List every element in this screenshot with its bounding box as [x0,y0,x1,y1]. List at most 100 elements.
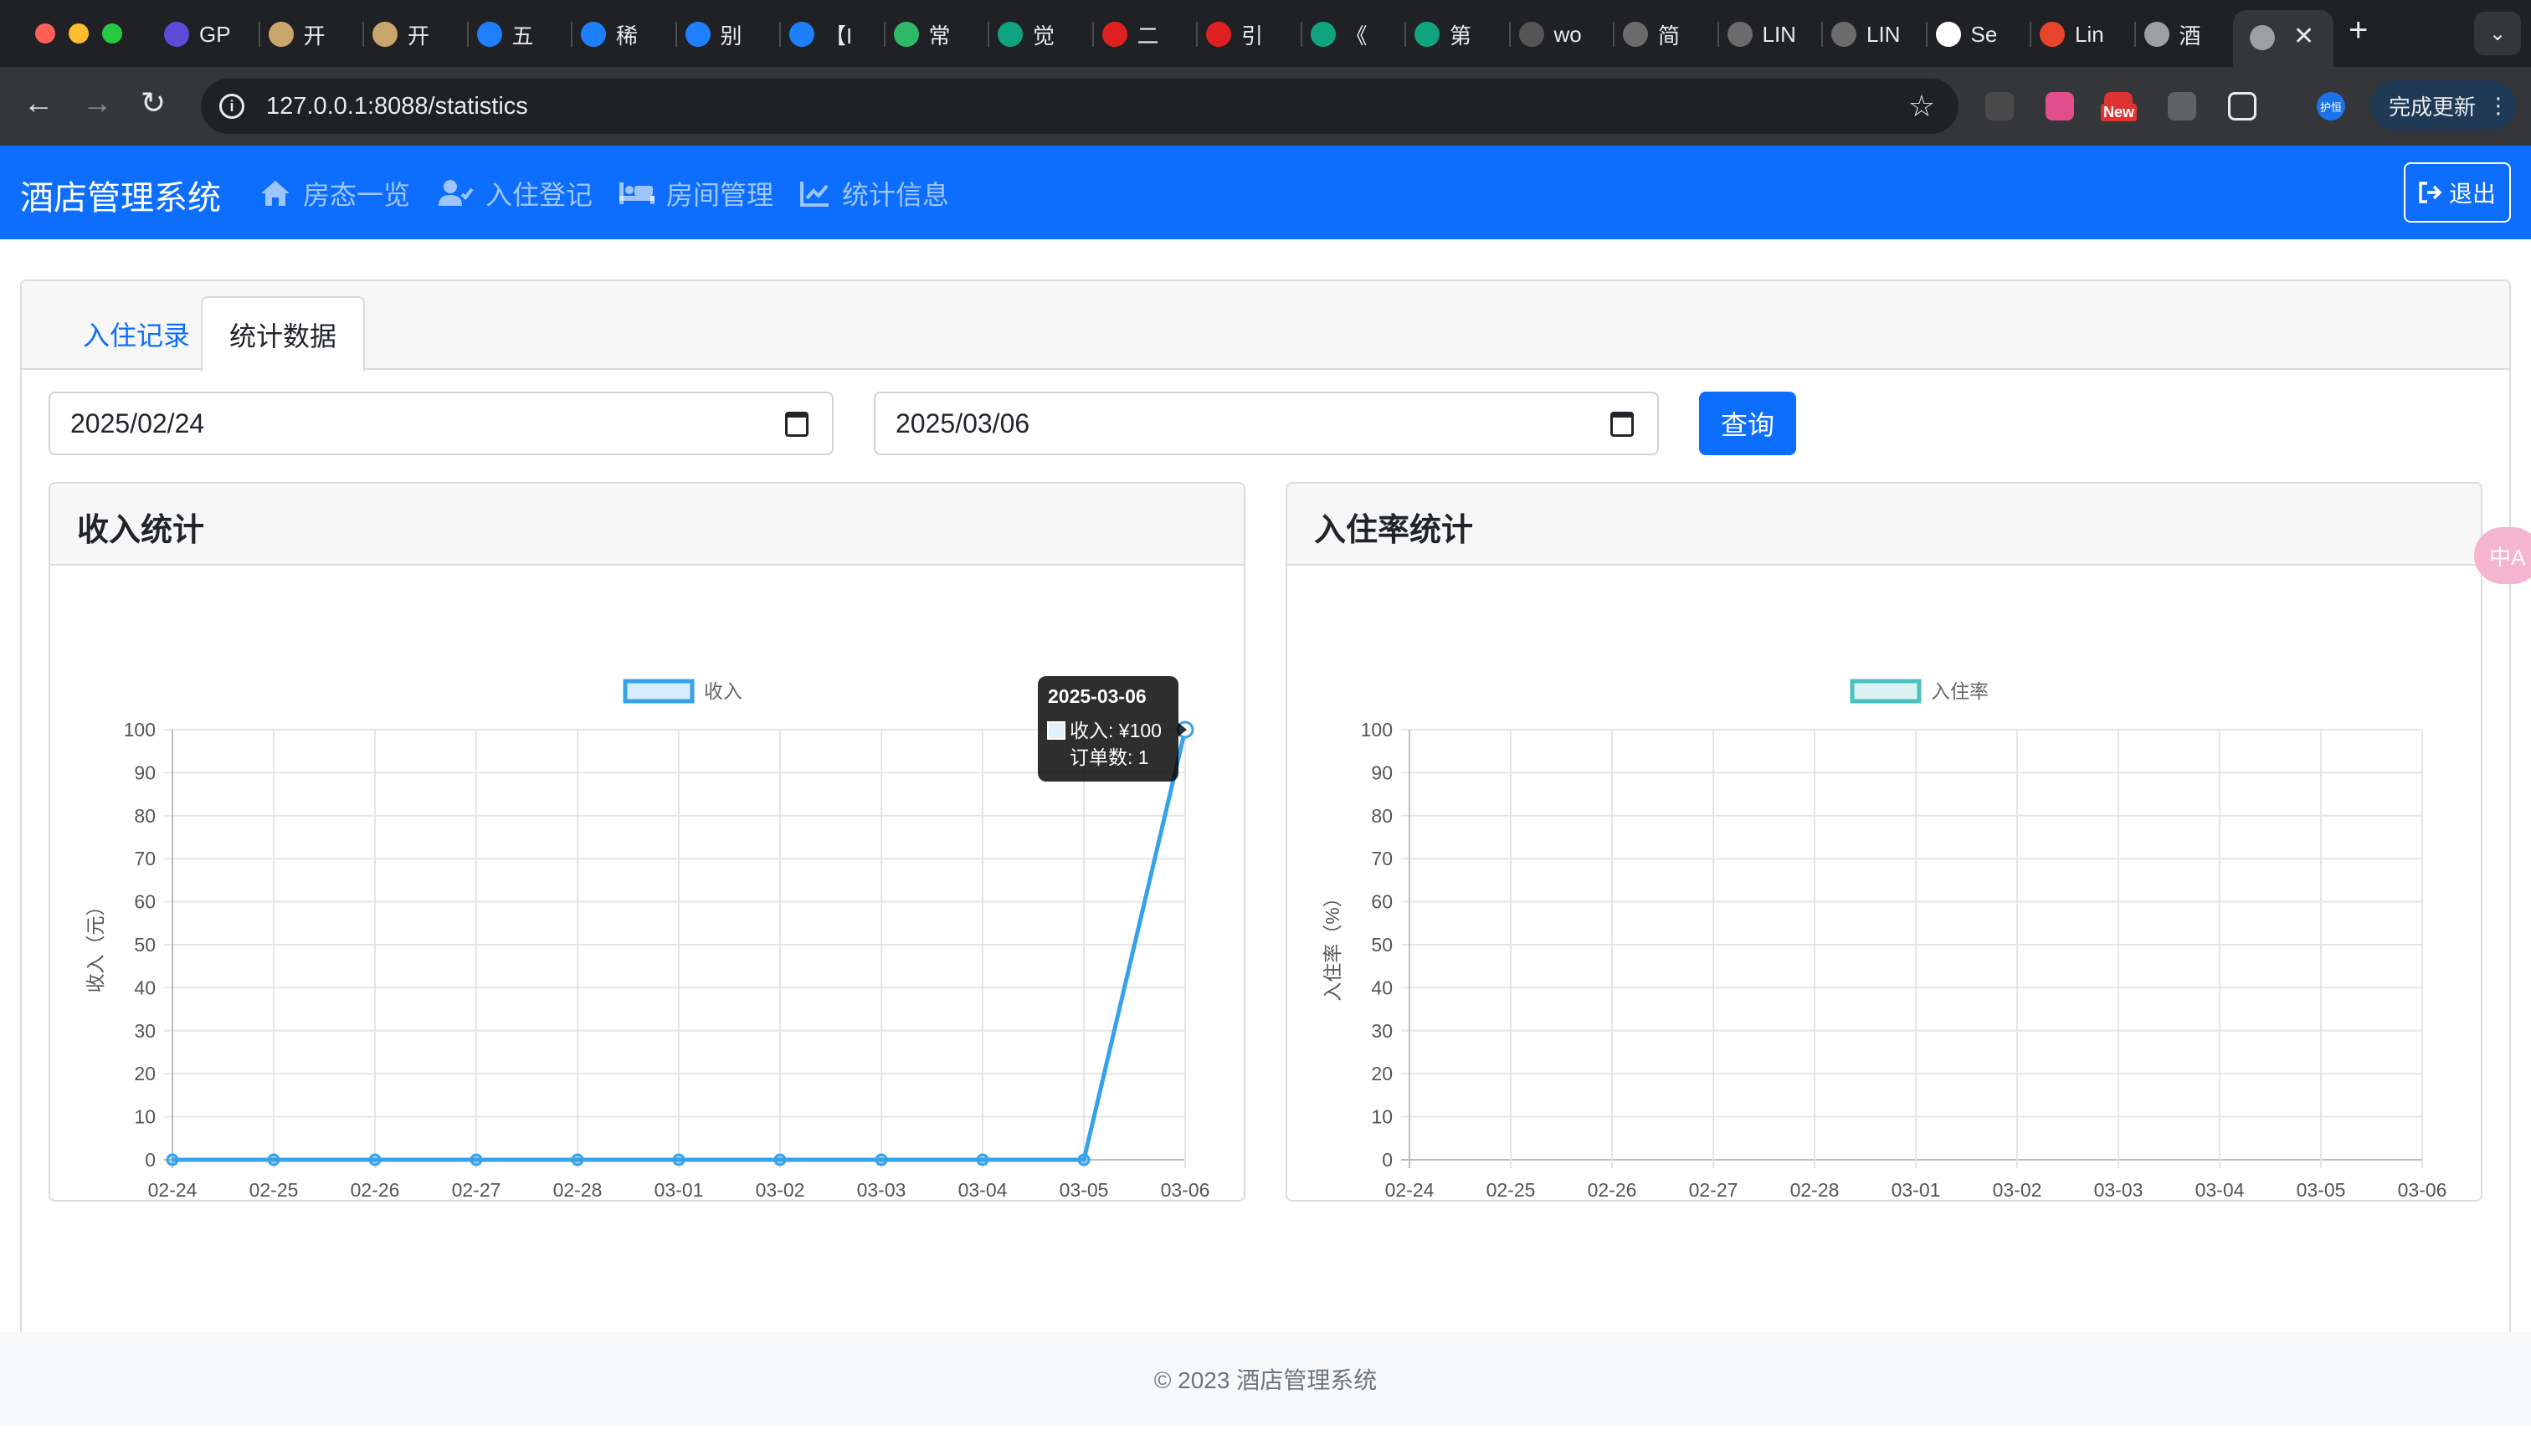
income-chart-title: 收入统计 [77,513,205,548]
active-tab[interactable]: ✕ [2233,10,2333,67]
new-badge-extension-icon[interactable]: New [2101,92,2138,121]
tooltip-line: 收入: ¥100 [1070,720,1162,741]
nav-item-room-management[interactable]: 房间管理 [619,174,773,213]
tab-favicon-icon [372,22,398,47]
browser-tab[interactable]: LIN [1831,15,1923,54]
tab-title: 别 [720,23,742,49]
browser-tab[interactable]: wo [1518,15,1610,54]
top-navbar: 酒店管理系统 房态一览 入住登记 房间管理 统计信息 退出 [0,146,2531,239]
income-line-chart[interactable]: 0 10 20 30 40 50 60 70 80 90 100 02-24 02-25 02-26 02-… [50,566,1247,1202]
browser-tab[interactable]: Se [1935,15,2027,54]
address-bar[interactable]: i 127.0.0.1:8088/statistics ☆ [201,79,1959,134]
browser-tab[interactable]: 第 [1414,15,1506,54]
calendar-icon[interactable] [785,412,809,437]
maximize-window-button[interactable] [102,23,122,44]
x-tick-label: 02-25 [249,1179,299,1201]
page-viewport: 酒店管理系统 房态一览 入住登记 房间管理 统计信息 退出 入住记录 统计数据 … [0,146,2531,1456]
browser-tab[interactable]: 稀 [581,15,672,54]
data-point [976,1153,989,1166]
tab-close-icon[interactable]: ✕ [2293,22,2314,51]
tab-favicon-icon [1727,22,1753,47]
occupancy-line-chart[interactable]: 0 10 20 30 40 50 60 70 80 90 100 02-24 02-25 02-26 02-… [1287,566,2484,1202]
legend-swatch [623,679,695,704]
tab-favicon-icon [268,22,294,47]
puzzle-icon[interactable] [2228,92,2256,120]
browser-tab[interactable]: 二 [1101,15,1194,54]
browser-tab[interactable]: Lin [2040,15,2131,54]
new-tab-button[interactable]: + [2349,12,2368,49]
reload-icon[interactable]: ↻ [141,85,166,120]
forward-icon[interactable]: → [82,85,112,120]
minimize-window-button[interactable] [69,23,89,44]
x-tick-label: 03-02 [1993,1179,2042,1201]
logout-button[interactable]: 退出 [2404,162,2511,223]
query-button[interactable]: 查询 [1699,392,1796,455]
nav-item-room-status[interactable]: 房态一览 [259,174,410,213]
tab-favicon-icon [1623,22,1648,47]
nav-item-label: 入住登记 [485,180,593,210]
y-tick-label: 90 [1371,761,1393,783]
x-tick-label: 03-06 [1161,1179,1210,1201]
tab-separator [1300,22,1302,47]
tab-favicon-icon [893,22,919,47]
x-tick-label: 03-06 [2398,1179,2447,1201]
browser-tab[interactable]: 别 [685,15,777,54]
start-date-input[interactable]: 2025/02/24 [49,392,834,455]
y-tick-label: 80 [134,805,156,827]
extension-icon-2[interactable] [2168,92,2196,120]
tab-title: 五 [511,23,534,49]
tab-separator [466,22,469,47]
calendar-icon[interactable] [1610,412,1634,437]
tab-separator [883,22,886,47]
income-chart-header [50,484,1244,566]
back-icon[interactable]: ← [23,85,54,120]
browser-tab[interactable]: 酒 [2143,15,2236,54]
tab-favicon-icon [476,22,502,47]
new-badge: New [2101,104,2138,121]
tab-favicon-icon [685,22,711,47]
nav-item-check-in[interactable]: 入住登记 [439,174,593,213]
browser-tab[interactable]: 五 [476,15,568,54]
browser-tab[interactable]: 开 [268,15,360,54]
browser-tab[interactable]: 常 [893,15,985,54]
browser-titlebar: GP 开 开 五 稀 别 【I 常 觉 二 引 《 第 wo 简 LIN LIN Se Lin 酒 ✕ + ⌄ [0,0,2531,67]
browser-tab[interactable]: 简 [1623,15,1714,54]
extension-icon[interactable] [1985,92,2014,120]
browser-tab[interactable]: GP [164,15,255,54]
x-tick-label: 02-24 [1385,1179,1435,1201]
y-tick-label: 0 [1382,1149,1393,1171]
tab-title: 引 [1241,23,1264,49]
tab-search-button[interactable]: ⌄ [2474,12,2521,55]
browser-tab[interactable]: LIN [1727,15,1819,54]
browser-tab[interactable]: 觉 [998,15,1089,54]
bookmark-star-icon[interactable]: ☆ [1908,89,1935,124]
update-button[interactable]: 完成更新 ⋮ [2370,80,2516,131]
y-tick-label: 70 [1371,848,1393,869]
tab-title: Lin [2075,21,2104,47]
browser-tab[interactable]: 【I [789,15,880,54]
nav-item-statistics[interactable]: 统计信息 [800,174,949,213]
profile-avatar[interactable]: 护恒 [2317,92,2345,120]
end-date-input[interactable]: 2025/03/06 [874,392,1659,455]
end-date-value: 2025/03/06 [896,408,1030,438]
tab-statistics-data[interactable]: 统计数据 [201,296,365,372]
data-point [672,1153,685,1166]
start-date-value: 2025/02/24 [70,408,205,438]
browser-tab[interactable]: 《 [1310,15,1402,54]
translate-extension-icon[interactable] [2046,92,2074,120]
brand-title[interactable]: 酒店管理系统 [20,171,221,219]
tab-title: 第 [1450,23,1472,49]
tab-separator [779,22,781,47]
data-point [571,1153,584,1166]
x-tick-label: 02-27 [452,1179,501,1201]
url-text[interactable]: 127.0.0.1:8088/statistics [266,93,528,120]
site-info-icon[interactable]: i [219,94,244,119]
tab-title: 开 [408,23,430,49]
translate-floating-button[interactable]: 中A [2474,527,2531,584]
browser-tab[interactable]: 开 [372,15,464,54]
browser-tab[interactable]: 引 [1206,15,1297,54]
close-window-button[interactable] [35,23,55,44]
x-tick-label: 03-05 [2297,1179,2346,1201]
globe-icon [2250,25,2275,50]
more-menu-icon: ⋮ [2487,92,2510,118]
